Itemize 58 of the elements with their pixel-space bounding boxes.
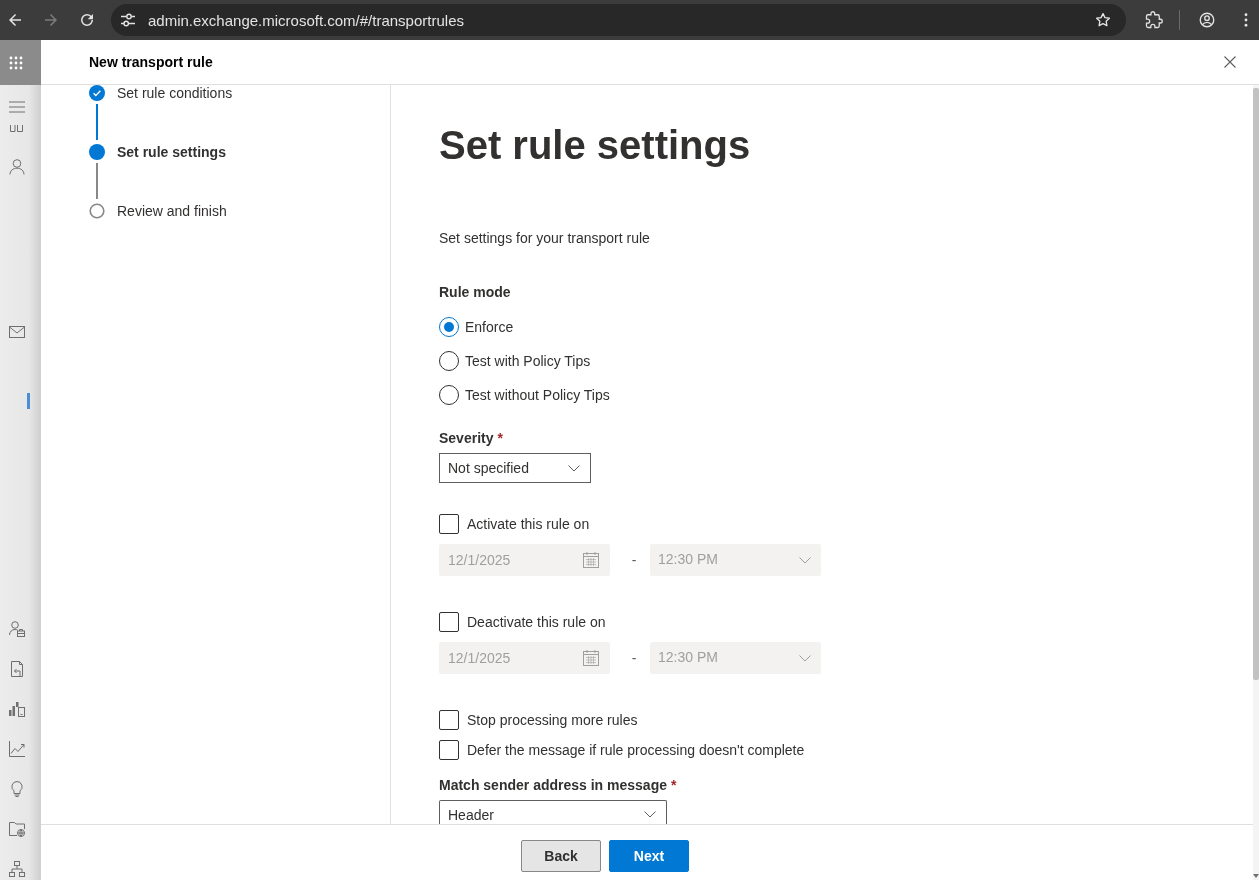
address-bar[interactable]: admin.exchange.microsoft.com/#/transportrules: [111, 4, 1126, 36]
line-chart-icon[interactable]: [9, 741, 25, 757]
radio-button[interactable]: [439, 317, 459, 337]
description-text: Set settings for your transport rule: [439, 229, 650, 248]
chevron-down-icon: [644, 811, 656, 818]
folder-globe-icon[interactable]: [9, 821, 25, 837]
step-label: Set rule conditions: [117, 85, 233, 101]
calendar-icon: [583, 650, 599, 666]
scrollbar-thumb[interactable]: [1253, 88, 1259, 680]
mail-icon[interactable]: [9, 326, 25, 338]
bar-chart-icon[interactable]: [9, 701, 25, 717]
chevron-down-icon: [799, 654, 811, 662]
sender-address-dropdown[interactable]: Header: [439, 800, 667, 824]
field-label: Match sender address in message *: [439, 776, 677, 795]
waffle-icon[interactable]: [9, 55, 23, 70]
back-button[interactable]: Back: [521, 840, 601, 872]
checkbox-label: Defer the message if rule processing doesn't complete: [467, 742, 805, 758]
lightbulb-icon[interactable]: [9, 781, 25, 797]
person-icon[interactable]: [9, 159, 25, 175]
star-icon[interactable]: [1094, 11, 1112, 29]
step-connector: [96, 104, 98, 140]
step-connector: [96, 163, 98, 199]
reload-icon[interactable]: [78, 11, 96, 29]
checkbox-label: Stop processing more rules: [467, 712, 638, 728]
puzzle-piece-icon[interactable]: [1145, 11, 1163, 29]
square-wave-icon[interactable]: [10, 125, 23, 132]
next-button[interactable]: Next: [609, 840, 689, 872]
checkbox-label: Deactivate this rule on: [467, 614, 606, 630]
document-arrow-icon[interactable]: [9, 661, 25, 677]
checkbox[interactable]: [439, 710, 459, 730]
more-menu-icon[interactable]: [1243, 11, 1249, 29]
radio-button[interactable]: [439, 351, 459, 371]
radio-label: Test with Policy Tips: [465, 353, 591, 369]
scroll-down-arrow-icon[interactable]: [1253, 874, 1259, 878]
step-label: Review and finish: [117, 203, 227, 219]
person-briefcase-icon[interactable]: [9, 621, 25, 637]
section-label: Rule mode: [439, 283, 511, 302]
org-chart-icon[interactable]: [9, 861, 25, 877]
selection-bar-icon: [27, 393, 30, 409]
page-heading: Set rule settings: [439, 122, 751, 169]
range-dash: -: [630, 552, 638, 568]
site-settings-icon[interactable]: [120, 12, 136, 28]
radio-label: Enforce: [465, 319, 514, 335]
step-label: Set rule settings: [117, 144, 226, 160]
checkbox[interactable]: [439, 740, 459, 760]
close-icon[interactable]: [1224, 56, 1236, 68]
radio-button[interactable]: [439, 385, 459, 405]
radio-label: Test without Policy Tips: [465, 387, 610, 403]
panel-title: New transport rule: [89, 54, 213, 70]
chevron-down-icon: [799, 556, 811, 564]
field-label: Severity *: [439, 429, 503, 448]
checkbox-label: Activate this rule on: [467, 516, 590, 532]
chevron-down-icon: [568, 464, 580, 472]
severity-dropdown[interactable]: Not specified: [439, 453, 591, 483]
range-dash: -: [630, 650, 638, 666]
scrollbar[interactable]: [1253, 85, 1259, 880]
profile-icon[interactable]: [1198, 11, 1216, 29]
calendar-icon: [583, 552, 599, 568]
